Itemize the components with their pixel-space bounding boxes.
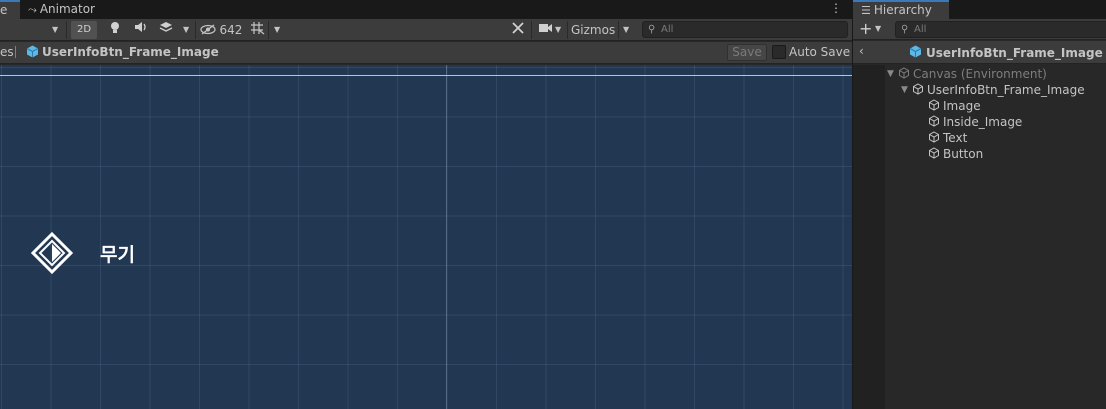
more-options-icon[interactable]: ⋮	[830, 1, 842, 15]
tab-hierarchy[interactable]: ☰ Hierarchy	[853, 0, 949, 19]
scene-tabbar: e ⤳ Animator ⋮	[0, 0, 852, 19]
toolbar-divider	[268, 21, 269, 39]
tree-item-inside-image[interactable]: Inside_Image	[928, 114, 1022, 130]
auto-save-label: Auto Save	[789, 45, 851, 59]
gizmos-dropdown-icon[interactable]: ▼	[623, 21, 629, 39]
breadcrumb-previous[interactable]: es	[0, 45, 14, 59]
hidden-object-count: 642	[219, 23, 243, 37]
save-button[interactable]: Save	[727, 44, 767, 61]
tree-item-label: Canvas (Environment)	[913, 67, 1047, 81]
gameobject-icon	[928, 146, 940, 162]
camera-icon[interactable]	[537, 21, 553, 39]
tree-item-button[interactable]: Button	[928, 146, 983, 162]
tab-animator[interactable]: ⤳ Animator	[28, 0, 95, 19]
hierarchy-title-label: UserInfoBtn_Frame_Image	[926, 46, 1103, 60]
tree-item-label: Text	[943, 131, 968, 145]
effects-toggle-icon[interactable]	[158, 21, 174, 39]
scene-window: e ⤳ Animator ⋮ ▼ 2D ▼ 642 ▼ ▼ Gizmos ▼ ⚲…	[0, 0, 852, 409]
tree-item-label: Inside_Image	[943, 115, 1023, 129]
tree-item-canvas[interactable]: ▼ Canvas (Environment)	[887, 66, 1047, 82]
mode-2d-button[interactable]: 2D	[71, 21, 98, 39]
tab-hierarchy-label: Hierarchy	[873, 3, 932, 17]
gameobject-icon	[928, 130, 940, 146]
scene-grid	[0, 65, 852, 409]
auto-save-toggle[interactable]: Auto Save	[772, 45, 850, 59]
scene-search-placeholder: All	[661, 24, 674, 35]
hierarchy-prefab-header: ‹ UserInfoBtn_Frame_Image	[853, 41, 1106, 64]
prefab-icon	[909, 45, 922, 61]
toolbar-divider	[567, 21, 568, 39]
tools-icon[interactable]	[510, 21, 526, 39]
grid-snap-icon[interactable]	[248, 21, 266, 39]
tree-item-label: Button	[943, 147, 984, 161]
tab-animator-label: Animator	[39, 2, 95, 16]
hierarchy-gutter	[853, 65, 885, 409]
canvas-center-line	[446, 65, 447, 409]
hierarchy-window: ☰ Hierarchy + ▼ ⚲ All ‹ UserInfoBtn_Frame…	[853, 0, 1106, 409]
add-object-dropdown-icon[interactable]: ▼	[875, 19, 881, 39]
audio-toggle-icon[interactable]	[133, 21, 149, 39]
tree-item-text[interactable]: Text	[928, 130, 967, 146]
weapon-diamond-icon[interactable]	[30, 231, 74, 275]
gizmos-button[interactable]: Gizmos	[571, 21, 615, 39]
expand-arrow-icon[interactable]: ▼	[887, 69, 897, 79]
grid-dropdown-icon[interactable]: ▼	[274, 21, 280, 39]
scene-search-input[interactable]: ⚲ All	[642, 21, 848, 38]
gameobject-icon	[912, 82, 924, 98]
gameobject-icon	[898, 66, 910, 82]
prefab-breadcrumb: es UserInfoBtn_Frame_Image Save Auto Sav…	[0, 42, 852, 64]
tab-scene[interactable]: e	[0, 0, 20, 19]
hierarchy-tree: ▼ Canvas (Environment) ▼ UserInfoBtn_Fra…	[853, 65, 1106, 409]
tree-item-label: Image	[943, 99, 981, 113]
breadcrumb-divider	[15, 46, 16, 58]
camera-dropdown-icon[interactable]: ▼	[555, 21, 561, 39]
toolbar-divider	[531, 21, 532, 39]
canvas-boundary-line	[0, 75, 852, 76]
scene-toolbar: ▼ 2D ▼ 642 ▼ ▼ Gizmos ▼ ⚲ All	[0, 19, 852, 41]
prefab-icon	[26, 45, 39, 61]
hierarchy-tabbar: ☰ Hierarchy	[853, 0, 1106, 19]
hierarchy-search-input[interactable]: ⚲ All	[895, 21, 1106, 38]
add-object-icon[interactable]: +	[859, 19, 872, 39]
expand-arrow-icon[interactable]: ▼	[901, 85, 911, 95]
scene-visibility-toggle[interactable]: 642	[200, 21, 242, 39]
hierarchy-prefab-title: UserInfoBtn_Frame_Image	[909, 45, 1103, 61]
effects-dropdown-icon[interactable]: ▼	[183, 21, 189, 39]
animator-icon: ⤳	[28, 3, 37, 16]
hierarchy-list-icon: ☰	[861, 4, 871, 17]
hierarchy-toolbar: + ▼ ⚲ All	[853, 19, 1106, 40]
toolbar-divider	[66, 21, 67, 39]
hierarchy-search-placeholder: All	[914, 24, 927, 35]
breadcrumb-current-label: UserInfoBtn_Frame_Image	[42, 45, 219, 59]
auto-save-checkbox[interactable]	[772, 45, 786, 59]
breadcrumb-current[interactable]: UserInfoBtn_Frame_Image	[26, 45, 219, 61]
hidden-eye-icon	[200, 24, 220, 37]
lighting-toggle-icon[interactable]	[108, 21, 122, 39]
search-icon: ⚲	[901, 24, 909, 35]
tree-item-image[interactable]: Image	[928, 98, 981, 114]
draw-mode-dropdown-icon[interactable]: ▼	[52, 21, 58, 39]
back-chevron-icon[interactable]: ‹	[859, 44, 864, 58]
gameobject-icon	[928, 114, 940, 130]
toolbar-divider	[618, 21, 619, 39]
tree-item-label: UserInfoBtn_Frame_Image	[927, 83, 1085, 97]
tree-item-userinfobtn[interactable]: ▼ UserInfoBtn_Frame_Image	[901, 82, 1085, 98]
gameobject-icon	[928, 98, 940, 114]
scene-viewport[interactable]: 무기	[0, 65, 852, 409]
toolbar-divider	[195, 21, 196, 39]
weapon-label-text[interactable]: 무기	[100, 240, 135, 267]
search-icon: ⚲	[648, 24, 656, 35]
tab-scene-label: e	[0, 3, 8, 17]
